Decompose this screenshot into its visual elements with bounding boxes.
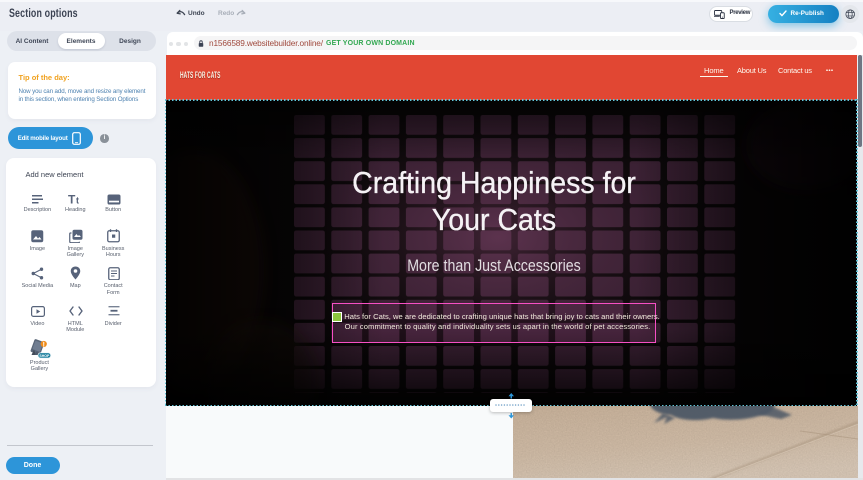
- svg-text:t: t: [76, 195, 79, 205]
- svg-text:SHOP: SHOP: [39, 354, 50, 358]
- svg-text:T: T: [68, 193, 76, 206]
